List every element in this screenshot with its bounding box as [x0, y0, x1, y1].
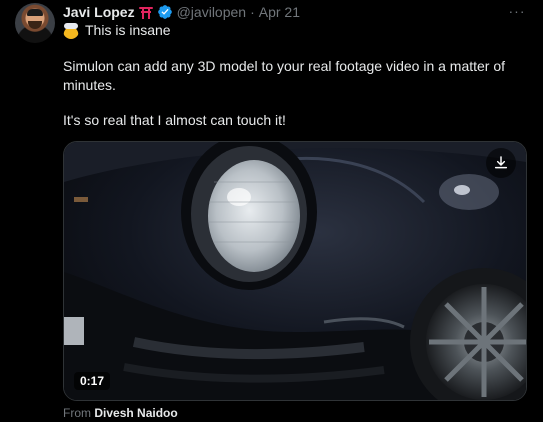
post-date[interactable]: Apr 21 — [259, 4, 300, 20]
torii-gate-emoji — [138, 6, 153, 19]
post-line1-text: This is insane — [85, 22, 171, 38]
download-button[interactable] — [486, 148, 516, 178]
from-label: From — [63, 406, 91, 420]
avatar-beard — [28, 21, 42, 29]
author-handle[interactable]: @javilopen — [177, 4, 246, 20]
post-paragraph-3: It's so real that I almost can touch it! — [63, 112, 286, 128]
post-paragraph-2: Simulon can add any 3D model to your rea… — [63, 58, 506, 93]
video-source-attribution: From Divesh Naidoo — [63, 406, 178, 420]
author-avatar[interactable] — [15, 3, 55, 43]
author-name[interactable]: Javi Lopez — [63, 4, 135, 20]
video-duration: 0:17 — [74, 372, 111, 390]
avatar-hair — [27, 9, 43, 16]
more-options-button[interactable]: ··· — [505, 2, 529, 20]
video-frame-car — [64, 142, 526, 400]
download-icon — [494, 156, 508, 169]
source-author-link[interactable]: Divesh Naidoo — [94, 406, 177, 420]
tweet-header: Javi Lopez @javilopen · Apr 21 — [63, 3, 300, 21]
header-separator: · — [250, 4, 255, 20]
tweet-card[interactable]: Javi Lopez @javilopen · Apr 21 ··· This … — [0, 0, 543, 422]
verified-badge-icon[interactable] — [157, 4, 173, 20]
exploding-head-emoji — [63, 22, 79, 39]
video-player[interactable]: 0:17 — [63, 141, 527, 401]
post-text-line1: This is insane — [63, 21, 171, 40]
